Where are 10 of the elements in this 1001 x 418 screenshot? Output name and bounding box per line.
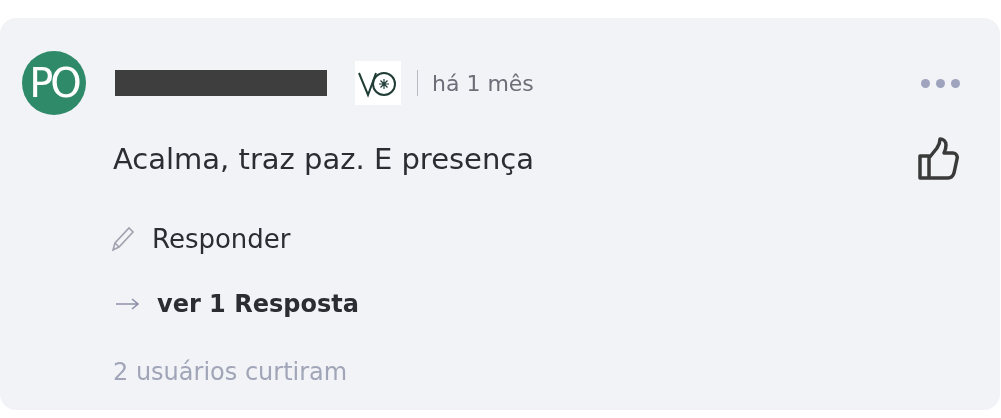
likes-count: 2 usuários curtiram xyxy=(112,358,349,386)
timestamp: há 1 mês xyxy=(432,70,534,96)
pencil-icon xyxy=(110,225,136,253)
view-replies-link[interactable]: ver 1 Resposta xyxy=(110,290,359,318)
like-button[interactable] xyxy=(916,136,960,182)
logo-icon xyxy=(355,61,401,105)
arrow-icon xyxy=(115,298,141,310)
comment-text: Acalma, traz paz. E presença xyxy=(113,142,535,176)
avatar: PO xyxy=(22,51,86,115)
reply-button[interactable]: Responder xyxy=(110,224,291,254)
